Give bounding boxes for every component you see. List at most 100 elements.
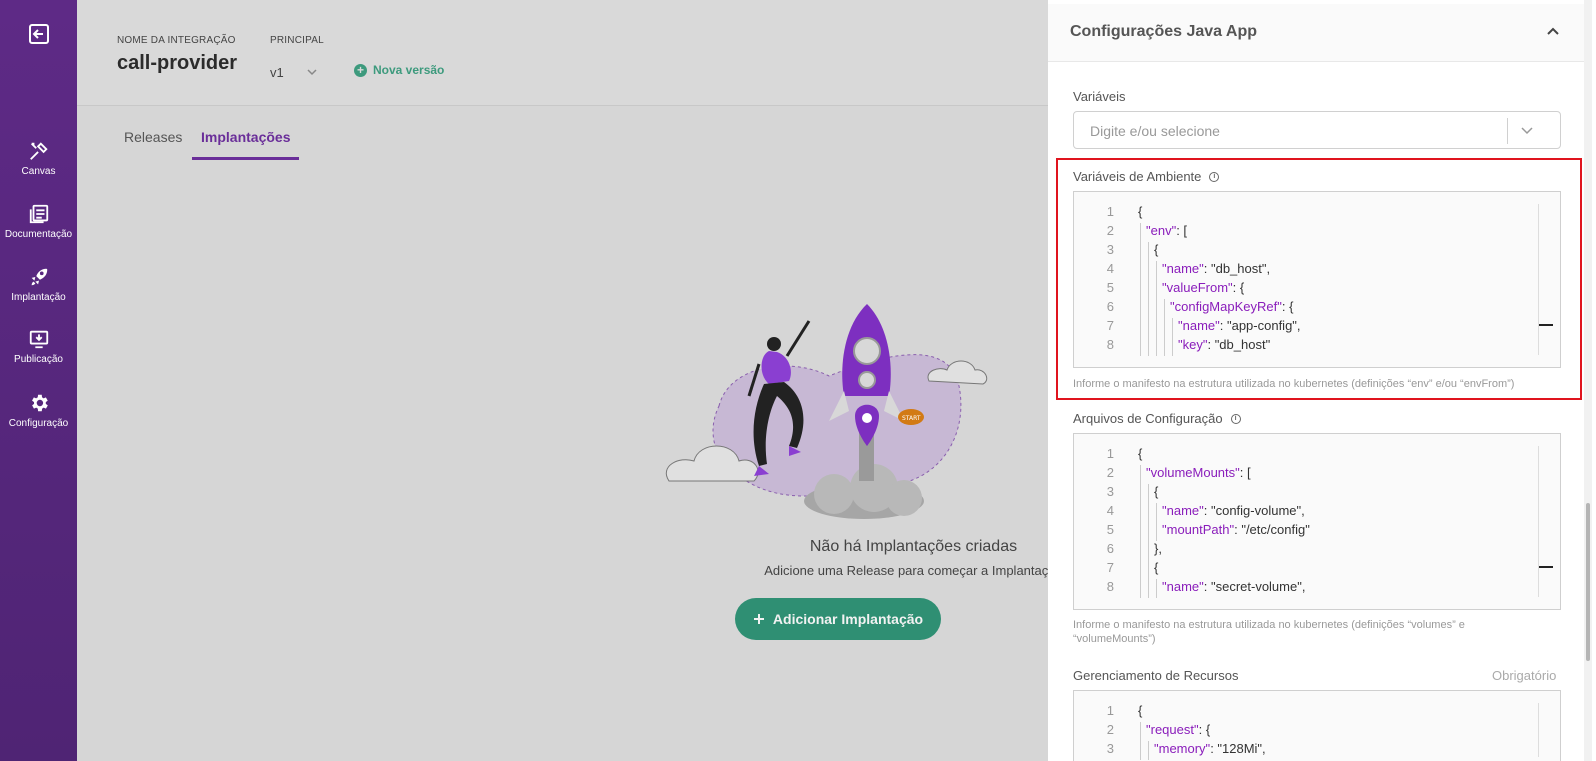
indent-guide [1148,560,1149,579]
json-value: : [ [1176,223,1188,238]
indent-guide [1156,522,1157,541]
sidebar-item-documentacao[interactable]: Documentação [0,203,77,240]
code-text: { [1154,484,1158,499]
indent-guide [1148,503,1149,522]
version-select[interactable]: v1 [270,65,284,80]
json-value: : "/etc/config" [1234,522,1310,537]
info-icon[interactable]: i [1209,171,1220,182]
code-text: "env": [ [1146,223,1187,238]
json-key: "key" [1178,337,1208,352]
sidebar-item-label: Configuração [8,418,69,429]
json-value: { [1138,703,1143,718]
code-text: "name": "secret-volume", [1162,579,1305,594]
sidebar-item-implantacao[interactable]: Implantação [0,266,77,303]
json-value: { [1138,204,1143,219]
indent-guide [1156,318,1157,337]
line-number: 2 [1106,223,1114,238]
indent-guide [1140,541,1141,560]
indent-guide [1164,318,1165,337]
tabs: Releases Implantações [77,107,1048,163]
integration-name-label: NOME DA INTEGRAÇÃO [117,35,236,46]
config-files-editor[interactable]: 1{2 "volumeMounts": [3{4 "name": "config-v… [1073,433,1561,610]
variables-select[interactable]: Digite e/ou selecione [1073,111,1561,149]
json-key: "name" [1178,318,1220,333]
json-key: "request" [1146,722,1199,737]
tab-releases[interactable]: Releases [115,119,191,157]
line-number: 2 [1106,465,1114,480]
line-number: 2 [1106,722,1114,737]
chevron-down-icon[interactable] [306,67,318,77]
editor-scrollbar[interactable] [1538,446,1553,597]
indent-guide [1172,337,1173,356]
line-number: 8 [1106,579,1114,594]
indent-guide [1164,299,1165,318]
chevron-down-icon[interactable] [1520,124,1534,136]
select-divider [1507,118,1508,144]
json-value: { [1138,446,1143,461]
json-value: : "db_host", [1203,261,1271,276]
env-vars-label: Variáveis de Ambiente i [1073,169,1220,184]
editor-scrollbar[interactable] [1538,703,1552,757]
indent-guide [1140,337,1141,356]
indent-guide [1148,337,1149,356]
line-number: 5 [1106,522,1114,537]
indent-guide [1140,223,1141,242]
sidebar-item-label: Canvas [21,166,56,177]
code-text: { [1154,560,1158,575]
indent-guide [1140,318,1141,337]
sidebar-item-configuracao[interactable]: Configuração [0,392,77,429]
indent-guide [1148,741,1149,760]
rocket-icon [31,268,47,286]
line-number: 4 [1106,261,1114,276]
code-text: "valueFrom": { [1162,280,1244,295]
tools-icon [29,142,48,160]
variables-label: Variáveis [1073,89,1126,104]
config-files-label: Arquivos de Configuração i [1073,411,1241,426]
indent-guide [1140,560,1141,579]
indent-guide [1164,337,1165,356]
json-value: { [1154,242,1159,257]
indent-guide [1148,484,1149,503]
editor-scrollbar[interactable] [1538,204,1553,355]
code-text: "request": { [1146,722,1210,737]
json-key: "memory" [1154,741,1211,756]
sidebar-item-label: Publicação [14,354,63,365]
add-deployment-button[interactable]: Adicionar Implantação [735,598,941,640]
resources-editor[interactable]: 1 {2 "request": {3 "memory": "128Mi", [1073,690,1561,761]
info-icon[interactable]: i [1230,413,1241,424]
json-value: : "128Mi", [1210,741,1266,756]
json-key: "mountPath" [1162,522,1235,537]
env-vars-editor[interactable]: 1{2 "env": [3{4 "name": "db_host", 5 "valueF… [1073,191,1561,368]
exit-icon[interactable] [27,22,51,46]
new-version-button[interactable]: + Nova versão [354,63,444,77]
tab-implantacoes[interactable]: Implantações [192,119,300,160]
code-text: "name": "app-config", [1178,318,1301,333]
json-value: : "db_host" [1207,337,1271,352]
code-text: "key": "db_host" [1178,337,1270,352]
line-number: 7 [1106,318,1114,333]
panel-title: Configurações Java App [1070,23,1258,40]
panel-scrollbar-thumb[interactable] [1586,503,1590,661]
add-deployment-label: Adicionar Implantação [772,611,924,627]
indent-guide [1140,261,1141,280]
indent-guide [1156,579,1157,598]
json-value: : "config-volume", [1203,503,1305,518]
line-number: 1 [1106,204,1114,219]
line-number: 7 [1106,560,1114,575]
indent-guide [1156,503,1157,522]
indent-guide [1140,299,1141,318]
env-vars-hint: Informe o manifesto na estrutura utiliza… [1073,378,1515,390]
indent-guide [1140,280,1141,299]
indent-guide [1148,299,1149,318]
principal-label: PRINCIPAL [270,35,324,46]
sidebar-item-canvas[interactable]: Canvas [0,140,77,177]
panel-header[interactable]: Configurações Java App [1048,4,1587,62]
indent-guide [1148,280,1149,299]
json-value: }, [1154,541,1162,556]
chevron-up-icon[interactable] [1546,26,1560,36]
start-sign-text: START [902,415,921,422]
json-key: "configMapKeyRef" [1170,299,1282,314]
sidebar-item-publicacao[interactable]: Publicação [0,328,77,365]
publish-icon [29,330,48,349]
json-value: : "secret-volume", [1203,579,1306,594]
